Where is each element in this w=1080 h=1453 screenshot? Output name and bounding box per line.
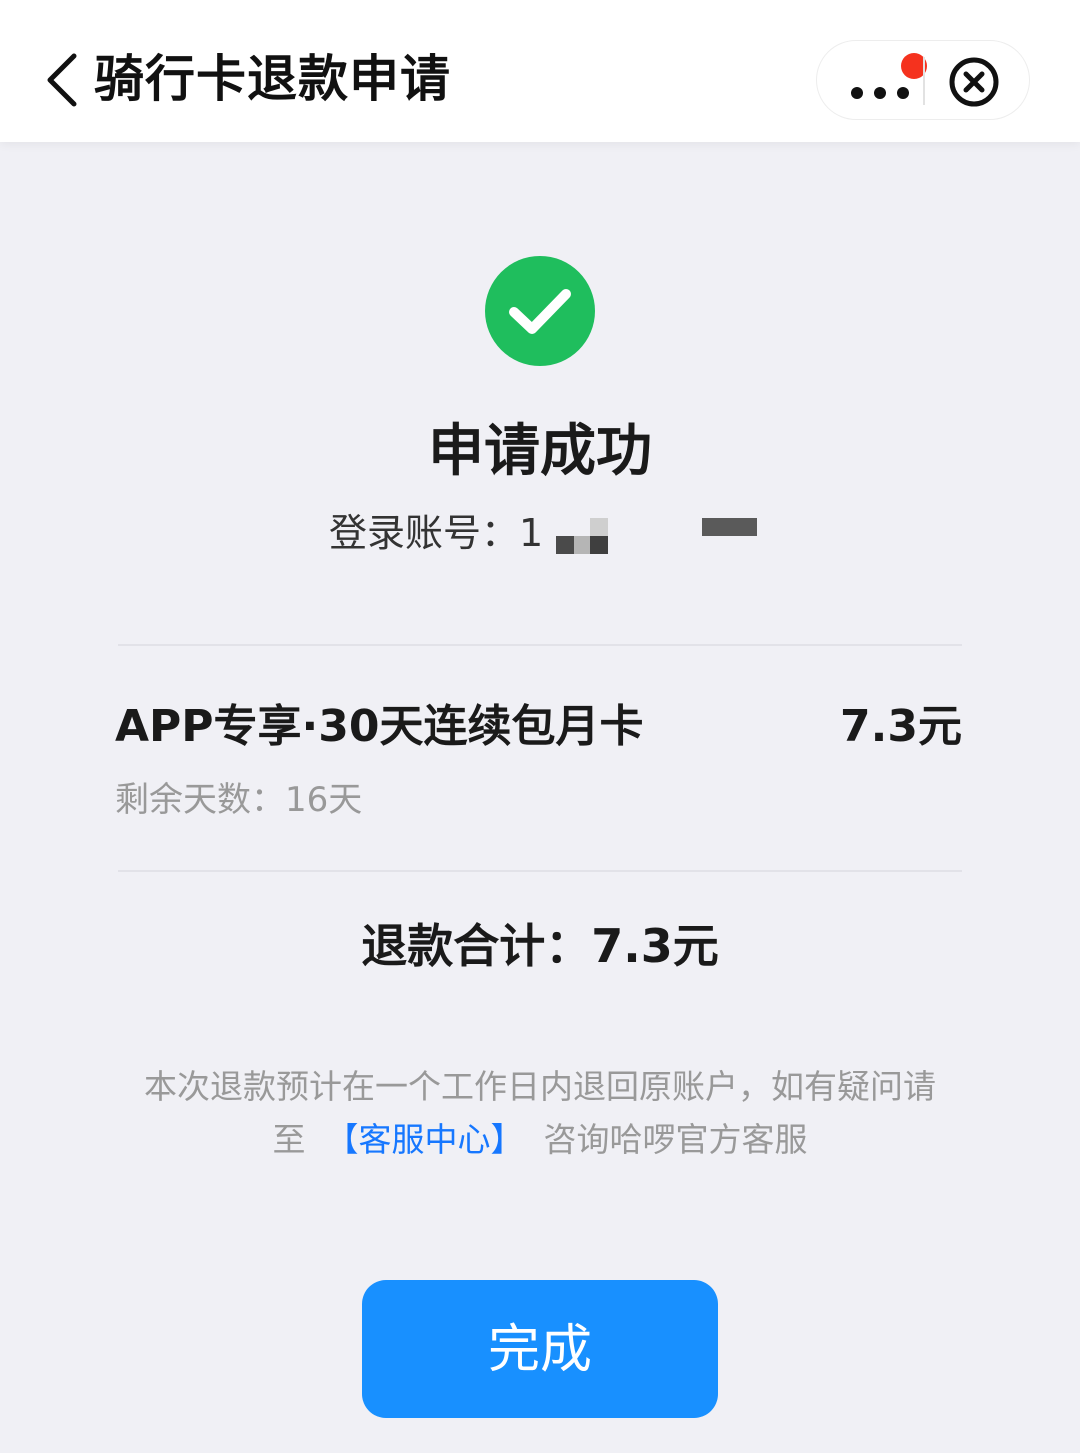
back-button[interactable]: [36, 44, 92, 116]
page-title: 骑行卡退款申请: [94, 50, 451, 108]
status-title: 申请成功: [428, 419, 652, 484]
product-name: APP专享·30天连续包月卡: [115, 701, 644, 752]
mini-program-capsule: [816, 40, 1030, 120]
top-navigation-bar: 骑行卡退款申请: [0, 0, 1080, 142]
account-number: 1: [519, 511, 544, 555]
divider: [118, 870, 962, 872]
remaining-days: 剩余天数：16天: [115, 780, 363, 820]
capsule-divider: [923, 57, 925, 105]
customer-service-link[interactable]: 【客服中心】: [326, 1120, 524, 1159]
done-button[interactable]: 完成: [362, 1280, 718, 1418]
account-label: 登录账号：: [329, 511, 520, 555]
close-circle-icon: [949, 57, 999, 107]
notice-text: 本次退款预计在一个工作日内退回原账户，如有疑问请至: [144, 1067, 936, 1159]
refund-notice: 本次退款预计在一个工作日内退回原账户，如有疑问请至 【客服中心】 咨询哈啰官方客服: [130, 1060, 950, 1166]
refund-total: 退款合计：7.3元: [361, 919, 719, 973]
close-button[interactable]: [943, 51, 1005, 113]
more-button[interactable]: [837, 51, 927, 111]
product-price: 7.3元: [840, 701, 962, 752]
check-circle-icon: [485, 256, 595, 366]
notice-text-end: 咨询哈啰官方客服: [543, 1120, 808, 1159]
chevron-left-icon: [47, 53, 77, 107]
account-row: 登录账号：1: [329, 508, 543, 558]
divider: [118, 644, 962, 646]
